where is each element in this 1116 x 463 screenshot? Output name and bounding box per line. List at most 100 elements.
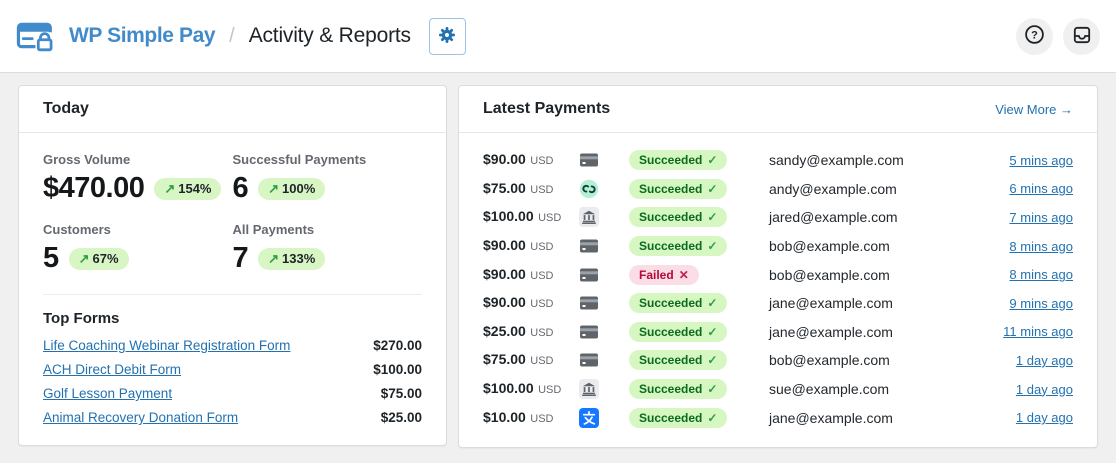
payment-row: $75.00 USD: [483, 175, 1073, 204]
stat-customers: Customers 5 ↗67%: [43, 222, 233, 275]
top-forms-title: Top Forms: [43, 310, 422, 327]
stat-label: Gross Volume: [43, 152, 233, 167]
form-link[interactable]: ACH Direct Debit Form: [43, 362, 181, 377]
payment-time-link[interactable]: 7 mins ago: [1009, 210, 1073, 225]
arrow-up-icon: ↗: [79, 251, 90, 267]
payment-method: [579, 350, 629, 370]
top-forms-section: Top Forms Life Coaching Webinar Registra…: [43, 295, 422, 425]
payment-currency: USD: [530, 355, 553, 367]
card-icon: [579, 236, 599, 256]
delta-value: 154%: [178, 181, 211, 196]
payment-status-badge: Failed✕: [629, 265, 699, 285]
card-icon: [579, 350, 599, 370]
payment-email: sue@example.com: [769, 381, 1016, 397]
payment-row: $90.00 USD: [483, 232, 1073, 261]
delta-value: 100%: [282, 181, 315, 196]
payment-time-link[interactable]: 5 mins ago: [1009, 153, 1073, 168]
payment-time-link[interactable]: 1 day ago: [1016, 382, 1073, 397]
breadcrumb: WP Simple Pay / Activity & Reports: [16, 18, 466, 55]
payment-status-badge: Succeeded✓: [629, 408, 727, 428]
stats-grid: Gross Volume $470.00 ↗154% Successful Pa…: [43, 152, 422, 275]
payment-status-label: Failed: [639, 268, 674, 282]
arrow-up-icon: ↗: [268, 251, 279, 267]
gear-icon: [437, 25, 457, 48]
stat-successful-payments: Successful Payments 6 ↗100%: [233, 152, 423, 205]
payment-time-link[interactable]: 8 mins ago: [1009, 267, 1073, 282]
payment-time-link[interactable]: 1 day ago: [1016, 410, 1073, 425]
status-mark-icon: ✓: [707, 296, 717, 310]
payment-currency: USD: [530, 270, 553, 282]
payment-email: jane@example.com: [769, 410, 1016, 426]
status-mark-icon: ✓: [707, 182, 717, 196]
link-icon: [579, 179, 599, 199]
payment-method: [579, 150, 629, 170]
payment-method: [579, 408, 629, 428]
payment-status-badge: Succeeded✓: [629, 207, 727, 227]
form-link[interactable]: Animal Recovery Donation Form: [43, 410, 238, 425]
payment-email: jane@example.com: [769, 324, 1003, 340]
payment-method: [579, 179, 629, 199]
payment-email: bob@example.com: [769, 267, 1009, 283]
payment-status-badge: Succeeded✓: [629, 179, 727, 199]
payment-amount: $90.00: [483, 266, 526, 282]
stat-gross-volume: Gross Volume $470.00 ↗154%: [43, 152, 233, 205]
payment-status-label: Succeeded: [639, 153, 702, 167]
delta-badge: ↗133%: [258, 248, 325, 270]
form-link[interactable]: Life Coaching Webinar Registration Form: [43, 338, 290, 353]
status-mark-icon: ✓: [707, 325, 717, 339]
bank-icon: [579, 379, 599, 399]
svg-text:?: ?: [1031, 29, 1038, 41]
payment-row: $100.00 USD: [483, 203, 1073, 232]
payment-method: [579, 379, 629, 399]
payment-row: $10.00 USD: [483, 403, 1073, 432]
payment-time-link[interactable]: 9 mins ago: [1009, 296, 1073, 311]
payment-amount: $10.00: [483, 409, 526, 425]
payment-currency: USD: [530, 298, 553, 310]
payment-time-link[interactable]: 8 mins ago: [1009, 239, 1073, 254]
payment-amount: $90.00: [483, 151, 526, 167]
payments-list: $90.00 USD: [459, 133, 1097, 432]
payment-status-label: Succeeded: [639, 353, 702, 367]
payment-currency: USD: [530, 241, 553, 253]
payment-email: andy@example.com: [769, 181, 1009, 197]
form-link[interactable]: Golf Lesson Payment: [43, 386, 172, 401]
stat-label: All Payments: [233, 222, 423, 237]
payment-email: sandy@example.com: [769, 152, 1009, 168]
payment-time-link[interactable]: 1 day ago: [1016, 353, 1073, 368]
payment-row: $90.00 USD: [483, 260, 1073, 289]
payment-time-link[interactable]: 6 mins ago: [1009, 181, 1073, 196]
help-button[interactable]: ?: [1016, 18, 1053, 55]
payment-amount: $90.00: [483, 237, 526, 253]
payment-time-link[interactable]: 11 mins ago: [1003, 324, 1073, 339]
stat-value: 7: [233, 242, 249, 275]
today-card: Today Gross Volume $470.00 ↗154% Success…: [18, 85, 447, 446]
delta-badge: ↗154%: [154, 178, 221, 200]
payment-method: [579, 265, 629, 285]
stat-label: Successful Payments: [233, 152, 423, 167]
view-more-link[interactable]: View More →: [995, 102, 1073, 117]
delta-value: 67%: [93, 251, 119, 266]
status-mark-icon: ✓: [707, 239, 717, 253]
form-amount: $25.00: [381, 410, 422, 425]
top-bar: WP Simple Pay / Activity & Reports: [0, 0, 1116, 73]
payment-method: [579, 236, 629, 256]
form-amount: $75.00: [381, 386, 422, 401]
payment-method: [579, 293, 629, 313]
wp-simple-pay-logo-icon[interactable]: [16, 19, 57, 53]
top-form-row: Golf Lesson Payment $75.00: [43, 386, 422, 401]
status-mark-icon: ✓: [707, 353, 717, 367]
payment-currency: USD: [538, 384, 561, 396]
status-mark-icon: ✓: [707, 382, 717, 396]
payment-currency: USD: [530, 327, 553, 339]
payment-status-badge: Succeeded✓: [629, 379, 727, 399]
payment-amount: $25.00: [483, 323, 526, 339]
stat-all-payments: All Payments 7 ↗133%: [233, 222, 423, 275]
inbox-button[interactable]: [1063, 18, 1100, 55]
payment-email: jared@example.com: [769, 209, 1009, 225]
page-title: Activity & Reports: [249, 24, 411, 48]
top-form-row: Animal Recovery Donation Form $25.00: [43, 410, 422, 425]
settings-button[interactable]: [429, 18, 466, 55]
brand-name: WP Simple Pay: [69, 24, 215, 48]
breadcrumb-separator: /: [229, 25, 235, 48]
payment-status-badge: Succeeded✓: [629, 236, 727, 256]
